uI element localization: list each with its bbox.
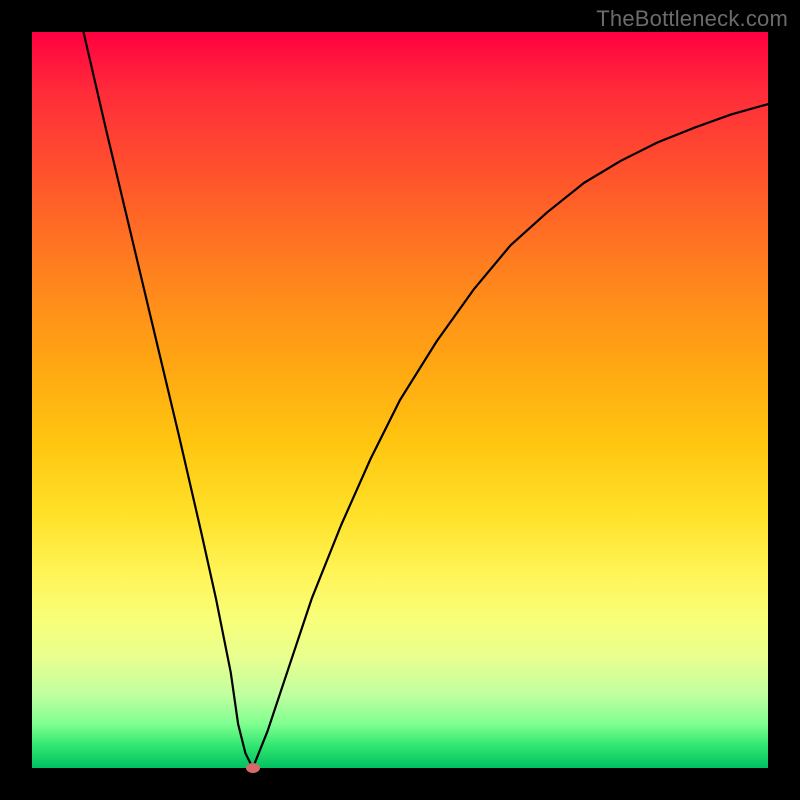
watermark-text: TheBottleneck.com [596, 6, 788, 32]
minimum-marker [246, 763, 260, 773]
plot-area [32, 32, 768, 768]
curve-svg [32, 32, 768, 768]
bottleneck-curve [84, 32, 768, 768]
chart-frame: TheBottleneck.com [0, 0, 800, 800]
